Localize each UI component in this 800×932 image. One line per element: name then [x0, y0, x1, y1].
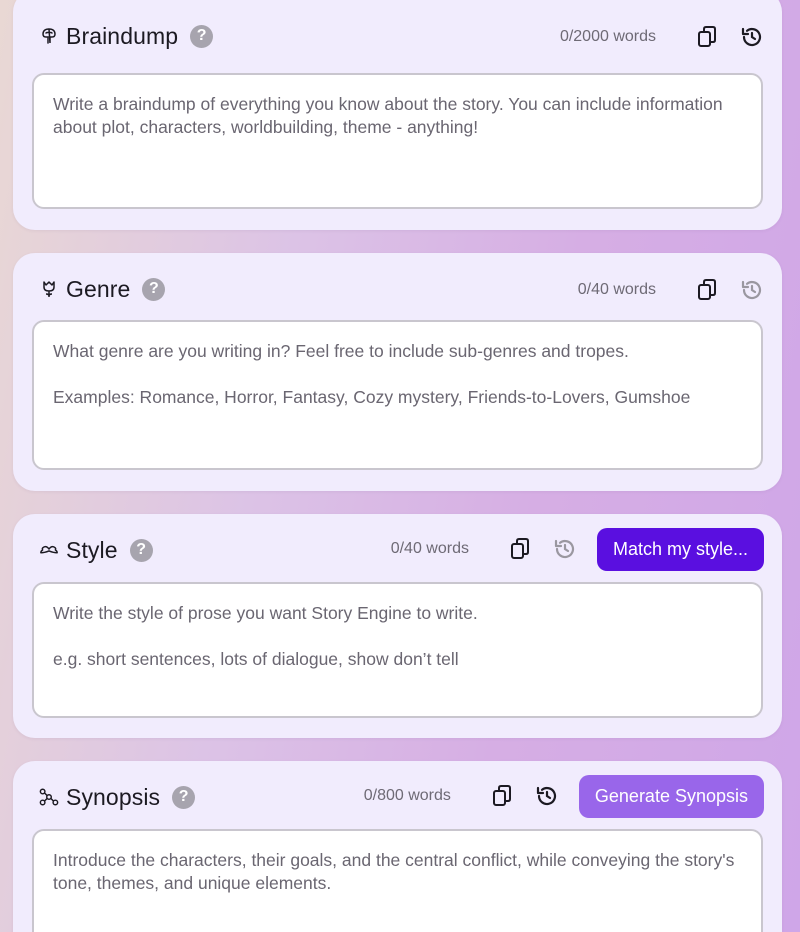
synopsis-input[interactable]: Introduce the characters, their goals, a…	[32, 829, 763, 932]
help-icon[interactable]: ?	[190, 24, 214, 48]
history-icon[interactable]	[740, 278, 764, 302]
copy-icon[interactable]	[696, 25, 720, 49]
style-card: Style ? 0/40 words Match my style... Wri…	[13, 514, 782, 738]
genre-header: Genre ? 0/40 words	[13, 253, 782, 323]
section-title: Genre	[66, 275, 131, 302]
copy-icon[interactable]	[696, 278, 720, 302]
section-title: Style	[66, 536, 118, 563]
word-count: 0/40 words	[390, 540, 469, 557]
copy-icon[interactable]	[509, 537, 533, 561]
network-icon	[39, 787, 59, 807]
history-icon[interactable]	[740, 25, 764, 49]
mustache-icon	[39, 540, 59, 560]
braindump-card: Braindump ? 0/2000 words Write a braindu…	[13, 0, 782, 230]
section-title: Synopsis	[66, 783, 161, 810]
genre-input[interactable]: What genre are you writing in? Feel free…	[32, 320, 763, 470]
synopsis-header: Synopsis ? 0/800 words Generate Synopsis	[13, 761, 782, 831]
tulip-icon	[39, 279, 59, 299]
genre-card: Genre ? 0/40 words What genre are you wr…	[13, 253, 782, 491]
help-icon[interactable]: ?	[142, 277, 166, 301]
word-count: 0/2000 words	[559, 28, 656, 45]
style-header: Style ? 0/40 words Match my style...	[13, 514, 782, 584]
synopsis-card: Synopsis ? 0/800 words Generate Synopsis…	[13, 761, 782, 932]
brain-icon	[39, 26, 59, 46]
braindump-input[interactable]: Write a braindump of everything you know…	[32, 73, 763, 209]
generate-synopsis-button[interactable]: Generate Synopsis	[578, 774, 764, 818]
match-style-button[interactable]: Match my style...	[596, 527, 764, 571]
help-icon[interactable]: ?	[172, 785, 196, 809]
history-icon[interactable]	[553, 537, 577, 561]
help-icon[interactable]: ?	[129, 538, 153, 562]
braindump-header: Braindump ? 0/2000 words	[13, 0, 782, 70]
word-count: 0/40 words	[577, 281, 656, 298]
word-count: 0/800 words	[363, 787, 451, 804]
copy-icon[interactable]	[491, 784, 515, 808]
history-icon[interactable]	[535, 784, 559, 808]
style-input[interactable]: Write the style of prose you want Story …	[32, 582, 763, 718]
section-title: Braindump	[66, 22, 179, 49]
